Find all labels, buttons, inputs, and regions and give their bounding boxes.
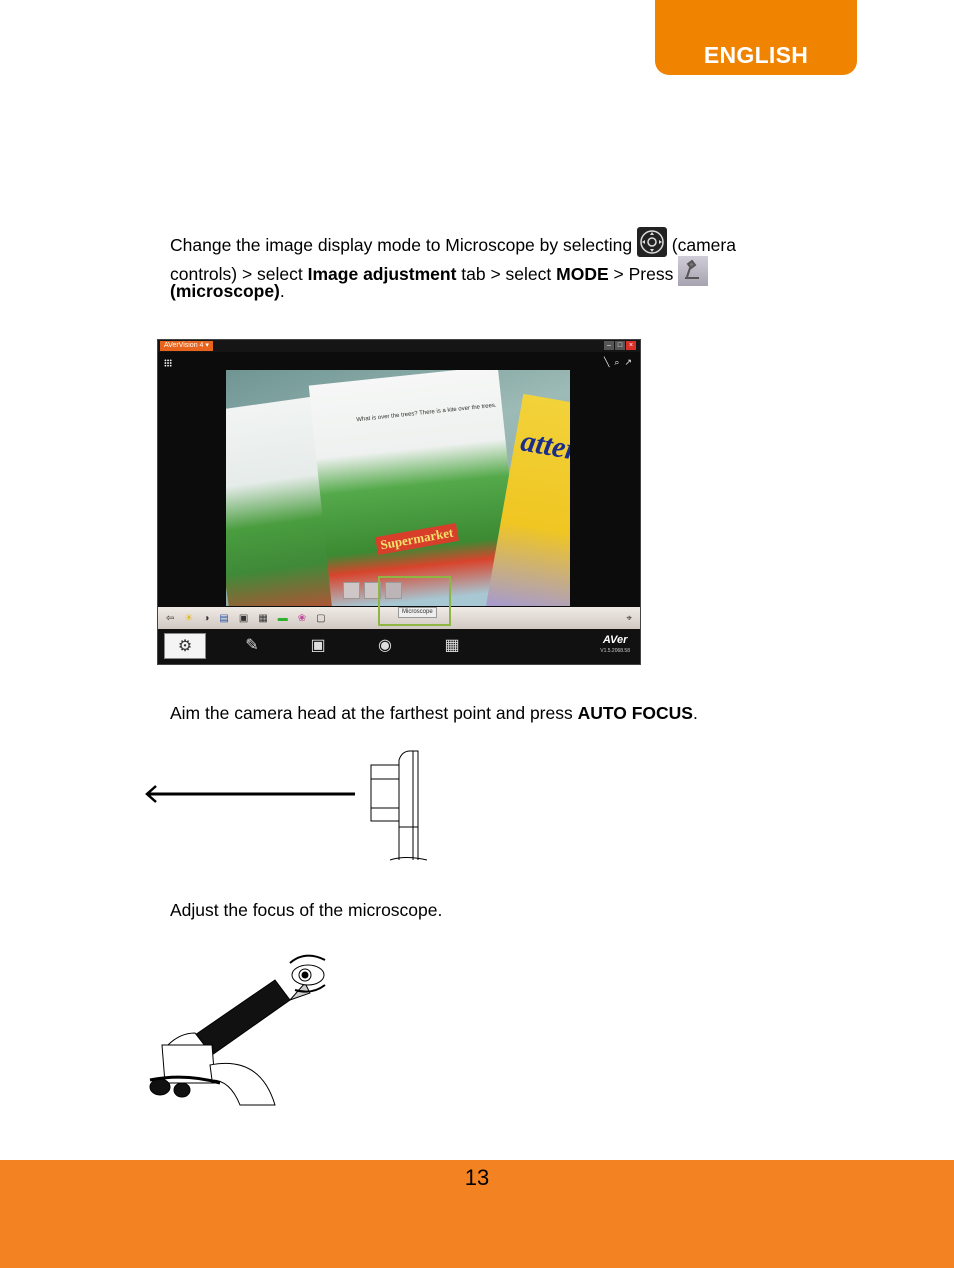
mode-label: MODE <box>556 264 609 284</box>
grid-menu-icon[interactable] <box>164 359 172 367</box>
brightness-icon[interactable]: ☀ <box>184 613 193 624</box>
pen-tool-icon[interactable]: ╲ <box>604 357 609 368</box>
export-icon[interactable]: ↗ <box>624 357 632 368</box>
version-label: V1.5.2068.58 <box>600 648 630 654</box>
eye-icon <box>288 954 326 1002</box>
live-image-view: What is over the trees? There is a kite … <box>226 370 570 606</box>
language-tab: ENGLISH <box>655 0 857 75</box>
close-icon[interactable]: × <box>626 341 636 350</box>
direction-arrow-icon <box>145 785 355 803</box>
frame-icon[interactable]: ▢ <box>316 613 325 624</box>
auto-focus-label: AUTO FOCUS <box>577 703 693 723</box>
microscope-highlight-box <box>378 576 451 626</box>
page-number: 13 <box>464 1165 490 1190</box>
image-adjustment-label: Image adjustment <box>307 264 457 284</box>
mode-icon[interactable]: ▤ <box>219 613 228 624</box>
app-title[interactable]: AVerVision 4 ▾ <box>160 341 213 351</box>
footer-bar: 13 <box>0 1160 954 1268</box>
step-auto-focus: Aim the camera head at the farthest poin… <box>170 703 698 723</box>
step1-text: Change the image display mode to Microsc… <box>170 235 637 255</box>
step-adjust-focus: Adjust the focus of the microscope. <box>170 900 443 920</box>
microscope-illustration <box>140 945 340 1120</box>
document-mode-button[interactable] <box>343 582 360 599</box>
bottom-control-bar: ⚙ ✎ ▣ ◉ ▦ AVer V1.5.2068.58 <box>158 629 640 664</box>
back-icon[interactable]: ⇦ <box>166 613 174 624</box>
microscope-icon <box>149 979 291 1106</box>
focus-icon[interactable]: ▣ <box>239 613 248 624</box>
zoom-tool-icon[interactable]: ⌕ <box>614 357 619 368</box>
camera-controls-icon <box>636 227 667 257</box>
camera-controls-button[interactable]: ⚙ <box>164 633 206 659</box>
microscope-tooltip: Microscope <box>398 607 437 618</box>
avervision-screenshot: AVerVision 4 ▾ – □ × ╲ ⌕ ↗ What is over … <box>157 339 641 665</box>
exposure-icon[interactable]: ▬ <box>278 613 288 624</box>
microscope-icon <box>678 256 709 286</box>
microscope-label: (microscope) <box>170 281 280 301</box>
settings-button[interactable]: ▦ <box>436 633 468 659</box>
contrast-icon[interactable]: ◑ <box>203 613 209 624</box>
step-microscope-mode: Change the image display mode to Microsc… <box>170 224 810 302</box>
camera-head-icon <box>370 750 428 861</box>
title-bar: AVerVision 4 ▾ – □ × <box>158 340 640 352</box>
aver-logo: AVer V1.5.2068.58 <box>600 634 630 654</box>
pin-icon[interactable]: ⌖ <box>626 613 632 624</box>
record-button[interactable]: ▣ <box>302 633 334 659</box>
minimize-icon[interactable]: – <box>604 341 614 350</box>
maximize-icon[interactable]: □ <box>615 341 625 350</box>
camera-head-illustration <box>140 745 440 870</box>
image-icon[interactable]: ▦ <box>258 613 267 624</box>
color-icon[interactable]: ❀ <box>298 613 306 624</box>
capture-button[interactable]: ◉ <box>369 633 401 659</box>
annotation-button[interactable]: ✎ <box>236 633 268 659</box>
